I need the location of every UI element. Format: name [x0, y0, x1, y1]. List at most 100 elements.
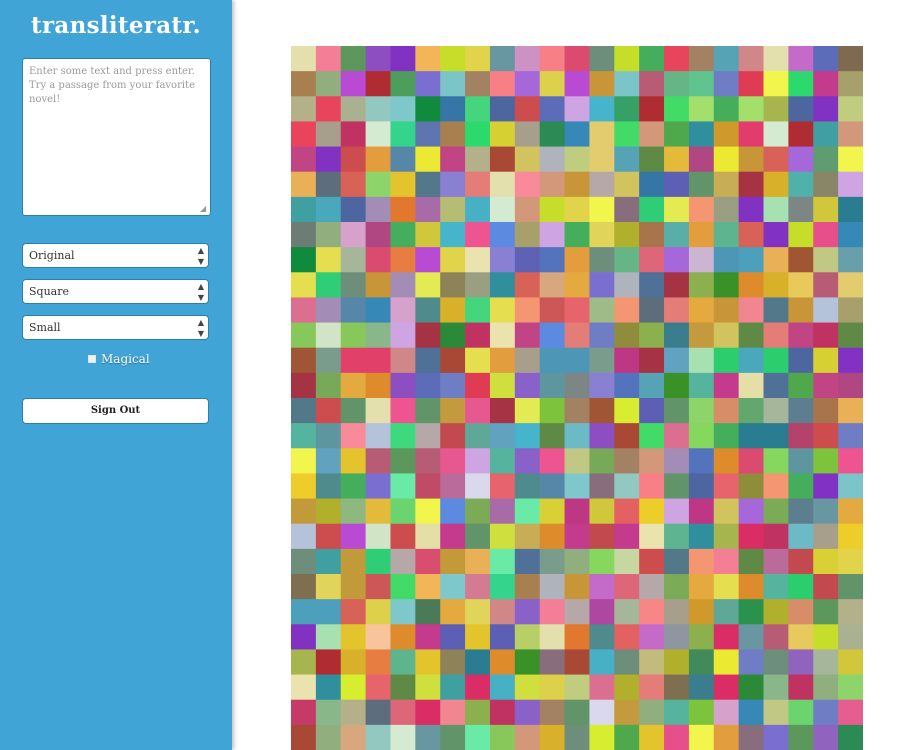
- mosaic-tile: [315, 222, 342, 248]
- mosaic-tile: [763, 71, 789, 97]
- mosaic-tile: [589, 96, 615, 123]
- sign-out-button[interactable]: Sign Out: [22, 398, 209, 424]
- mosaic-tile: [664, 724, 690, 750]
- mosaic-tile: [738, 448, 765, 475]
- mosaic-tile: [813, 624, 839, 651]
- app-logo: transliteratr.: [31, 12, 201, 39]
- mosaic-tile: [838, 624, 863, 651]
- mosaic-tile: [838, 272, 863, 299]
- mosaic-tile: [440, 498, 466, 525]
- mosaic-tile: [788, 724, 814, 750]
- mosaic-tile: [664, 372, 690, 399]
- mosaic-tile: [465, 699, 491, 726]
- select-arrows-icon: ▲ ▼: [197, 282, 204, 302]
- mosaic-tile: [440, 71, 466, 97]
- magical-option[interactable]: Magical: [88, 351, 150, 367]
- mosaic-tile: [415, 548, 441, 575]
- mosaic-tile: [514, 322, 541, 349]
- magical-checkbox[interactable]: [88, 355, 96, 363]
- mosaic-tile: [489, 548, 516, 575]
- mosaic-tile: [514, 71, 541, 97]
- mosaic-tile: [291, 322, 317, 349]
- mosaic-tile: [688, 46, 715, 72]
- mosaic-tile: [838, 398, 863, 424]
- mosaic-tile: [763, 171, 789, 198]
- mosaic-tile: [539, 699, 566, 726]
- mosaic-tile: [340, 624, 367, 651]
- mosaic-tile: [738, 372, 765, 399]
- mosaic-tile: [713, 196, 740, 223]
- mosaic-tile: [415, 398, 441, 424]
- mosaic-tile: [688, 171, 715, 198]
- color-mode-value: Original: [29, 249, 75, 262]
- mosaic-tile: [340, 171, 367, 198]
- mosaic-tile: [365, 649, 392, 676]
- mosaic-tile: [514, 347, 541, 374]
- mosaic-tile: [340, 548, 367, 575]
- mosaic-tile: [465, 649, 491, 676]
- mosaic-tile: [639, 674, 665, 701]
- mosaic-tile: [340, 599, 367, 625]
- mosaic-tile: [340, 347, 367, 374]
- mosaic-tile: [838, 247, 863, 273]
- color-mode-select[interactable]: Original ▲ ▼: [22, 243, 209, 268]
- mosaic-tile: [415, 171, 441, 198]
- mosaic-tile: [365, 548, 392, 575]
- mosaic-tile: [415, 372, 441, 399]
- mosaic-tile: [614, 548, 640, 575]
- mosaic-tile: [291, 71, 317, 97]
- mosaic-tile: [589, 548, 615, 575]
- mosaic-tile: [713, 46, 740, 72]
- mosaic-tile: [465, 624, 491, 651]
- mosaic-tile: [763, 96, 789, 123]
- size-select[interactable]: Small ▲ ▼: [22, 315, 209, 340]
- mosaic-tile: [291, 247, 317, 273]
- mosaic-tile: [465, 121, 491, 148]
- mosaic-tile: [688, 649, 715, 676]
- mosaic-tile: [514, 96, 541, 123]
- magical-label: Magical: [101, 352, 150, 366]
- mosaic-tile: [564, 674, 591, 701]
- mosaic-tile: [788, 523, 814, 550]
- mosaic-tile: [365, 222, 392, 248]
- mosaic-tile: [539, 498, 566, 525]
- mosaic-tile: [514, 196, 541, 223]
- mosaic-tile: [639, 196, 665, 223]
- mosaic-tile: [340, 398, 367, 424]
- mosaic-tile: [688, 146, 715, 173]
- mosaic-tile: [639, 347, 665, 374]
- mosaic-tile: [813, 498, 839, 525]
- mosaic-tile: [664, 96, 690, 123]
- mosaic-tile: [390, 71, 416, 97]
- mosaic-tile: [788, 322, 814, 349]
- mosaic-tile: [664, 523, 690, 550]
- shape-select[interactable]: Square ▲ ▼: [22, 279, 209, 304]
- mosaic-tile: [564, 272, 591, 299]
- mosaic-tile: [564, 448, 591, 475]
- mosaic-tile: [539, 247, 566, 273]
- mosaic-tile: [589, 171, 615, 198]
- mosaic-tile: [614, 146, 640, 173]
- mosaic-tile: [415, 448, 441, 475]
- mosaic-tile: [390, 297, 416, 324]
- mosaic-tile: [440, 46, 466, 72]
- mosaic-tile: [639, 372, 665, 399]
- text-input[interactable]: [22, 58, 211, 216]
- mosaic-tile: [738, 272, 765, 299]
- mosaic-tile: [365, 574, 392, 600]
- mosaic-tile: [465, 724, 491, 750]
- mosaic-tile: [688, 96, 715, 123]
- mosaic-tile: [664, 649, 690, 676]
- mosaic-tile: [788, 272, 814, 299]
- mosaic-tile: [539, 523, 566, 550]
- mosaic-tile: [539, 297, 566, 324]
- mosaic-tile: [614, 71, 640, 97]
- mosaic-tile: [465, 347, 491, 374]
- mosaic-tile: [838, 121, 863, 148]
- mosaic-tile: [589, 574, 615, 600]
- mosaic-tile: [340, 247, 367, 273]
- mosaic-tile: [664, 121, 690, 148]
- mosaic-tile: [291, 372, 317, 399]
- mosaic-tile: [664, 71, 690, 97]
- mosaic-tile: [390, 247, 416, 273]
